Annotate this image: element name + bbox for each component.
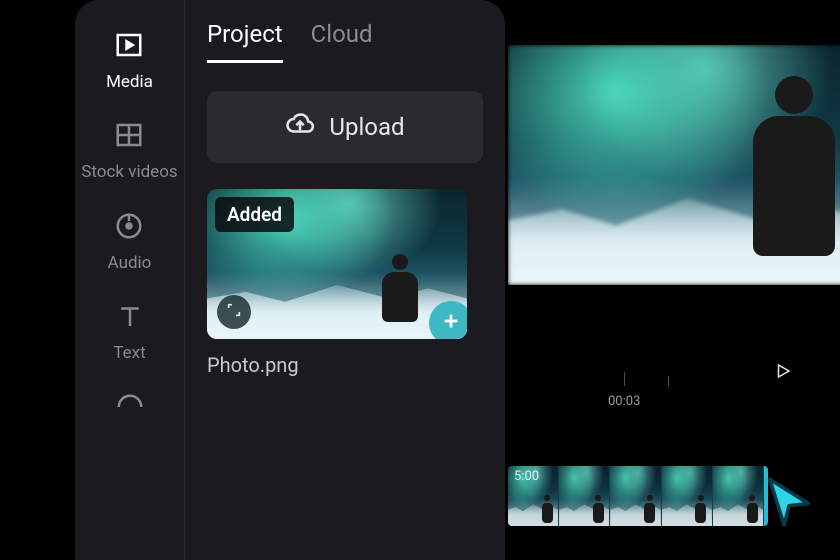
- media-panel: Project Cloud Upload Added: [185, 0, 505, 560]
- sidebar-label: Media: [106, 72, 153, 92]
- grid-icon: [114, 120, 144, 154]
- tab-cloud[interactable]: Cloud: [311, 20, 373, 63]
- timeline-ruler[interactable]: 00:03: [508, 340, 840, 410]
- sidebar-item-text[interactable]: Text: [113, 301, 145, 363]
- added-badge: Added: [215, 197, 294, 232]
- add-to-timeline-button[interactable]: [429, 301, 467, 339]
- media-asset: Added Photo.png: [207, 189, 467, 377]
- globe-icon: [115, 392, 145, 426]
- upload-label: Upload: [329, 113, 404, 141]
- sidebar-item-stock-videos[interactable]: Stock videos: [81, 120, 177, 182]
- timeline-clip[interactable]: 5:00: [508, 466, 768, 526]
- sidebar-item-media[interactable]: Media: [106, 30, 153, 92]
- preview-viewport: [508, 45, 840, 285]
- media-icon: [114, 30, 144, 64]
- expand-button[interactable]: [217, 295, 251, 329]
- play-icon[interactable]: [774, 362, 792, 384]
- asset-thumbnail[interactable]: Added: [207, 189, 467, 339]
- disc-icon: [114, 211, 144, 245]
- sidebar-label: Text: [113, 343, 145, 363]
- plus-icon: [440, 310, 462, 336]
- cloud-upload-icon: [285, 109, 315, 145]
- asset-filename: Photo.png: [207, 353, 467, 377]
- editor-panel: Media Stock videos Audio Text: [75, 0, 505, 560]
- timeline-tick: 00:03: [608, 394, 640, 409]
- expand-icon: [226, 302, 242, 322]
- sidebar-item-audio[interactable]: Audio: [108, 211, 152, 273]
- tab-project[interactable]: Project: [207, 20, 283, 63]
- sidebar-label: Audio: [108, 253, 152, 273]
- text-icon: [115, 301, 145, 335]
- cursor-icon: [760, 472, 818, 530]
- clip-duration: 5:00: [514, 469, 539, 484]
- sidebar-item-more[interactable]: [115, 392, 145, 426]
- panel-tabs: Project Cloud: [207, 20, 483, 63]
- sidebar: Media Stock videos Audio Text: [75, 0, 185, 560]
- sidebar-label: Stock videos: [81, 162, 177, 182]
- upload-button[interactable]: Upload: [207, 91, 483, 163]
